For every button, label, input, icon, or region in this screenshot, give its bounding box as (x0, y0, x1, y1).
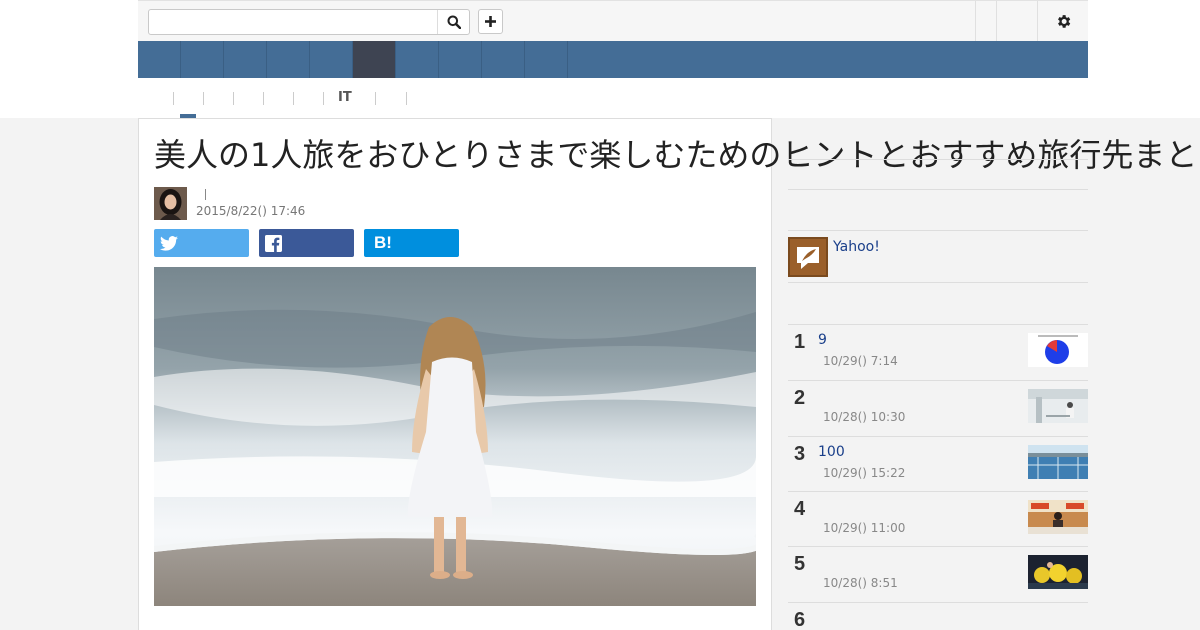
subnav-divider (263, 92, 264, 105)
search-button[interactable] (437, 10, 469, 34)
nav-item[interactable] (224, 41, 267, 78)
nav-item[interactable] (525, 41, 568, 78)
byline-divider (205, 189, 206, 200)
sidebar: Yahoo! 1 9 10/29() 7:14 2 10/28() 10:30 … (772, 118, 1088, 630)
yahoo-label: Yahoo! (833, 239, 880, 255)
yahoo-author-icon (788, 237, 828, 277)
article: 美人の1人旅をおひとりさまで楽しむためのヒントとおすすめ旅行先まとめ 2015/… (138, 118, 1200, 630)
subnav-item-it[interactable]: IT (338, 90, 352, 106)
sidebar-divider (788, 159, 1088, 160)
settings-button[interactable] (1038, 1, 1088, 41)
rank-thumbnail[interactable] (1028, 500, 1088, 534)
search-box (148, 9, 470, 35)
avatar (154, 187, 187, 220)
rank-thumbnail[interactable] (1028, 333, 1088, 367)
ranking-item[interactable]: 3 100 10/29() 15:22 (788, 437, 1088, 493)
sidebar-divider (788, 230, 1088, 231)
twitter-icon (160, 235, 178, 251)
category-nav (138, 41, 1088, 78)
rank-date: 10/29() 11:00 (823, 521, 906, 535)
rank-number: 5 (794, 553, 806, 575)
subnav-divider (406, 92, 407, 105)
nav-item[interactable] (138, 41, 181, 78)
add-button[interactable] (478, 9, 503, 34)
toolbar-divider (996, 1, 997, 41)
facebook-share-button[interactable] (259, 229, 354, 257)
header: IT (0, 0, 1200, 118)
rank-date: 10/28() 8:51 (823, 576, 898, 590)
ranking-item[interactable]: 1 9 10/29() 7:14 (788, 325, 1088, 381)
rank-date: 10/28() 10:30 (823, 410, 906, 424)
subnav-divider (173, 92, 174, 105)
subnav-divider (293, 92, 294, 105)
hatena-bookmark-button[interactable]: B! (364, 229, 459, 257)
yahoo-author-link[interactable]: Yahoo! (788, 236, 1088, 281)
rank-number: 6 (794, 609, 806, 630)
rank-number: 2 (794, 387, 806, 409)
publish-date: 2015/8/22() 17:46 (196, 204, 306, 218)
rank-thumbnail[interactable] (1028, 389, 1088, 423)
rank-title[interactable]: 100 (818, 444, 845, 460)
rank-number: 4 (794, 498, 806, 520)
rank-thumbnail[interactable] (1028, 555, 1088, 589)
article-hero-image (154, 267, 756, 606)
subnav-divider (233, 92, 234, 105)
rank-date: 10/29() 15:22 (823, 466, 906, 480)
ranking-item[interactable]: 5 10/28() 8:51 (788, 547, 1088, 603)
top-toolbar (138, 0, 1088, 41)
author-avatar[interactable] (154, 187, 187, 220)
subnav-divider (323, 92, 324, 105)
rank-number: 1 (794, 331, 806, 353)
toolbar-divider (975, 1, 976, 41)
nav-item[interactable] (439, 41, 482, 78)
facebook-icon (265, 234, 282, 252)
sidebar-divider (788, 189, 1088, 190)
nav-item-active[interactable] (353, 41, 396, 78)
search-input[interactable] (149, 10, 437, 34)
subnav-divider (203, 92, 204, 105)
hatena-bookmark-icon: B! (374, 233, 392, 252)
subnav-divider (375, 92, 376, 105)
twitter-share-button[interactable] (154, 229, 249, 257)
rank-date: 10/29() 7:14 (823, 354, 898, 368)
nav-item[interactable] (310, 41, 353, 78)
rank-number: 3 (794, 443, 806, 465)
plus-icon (485, 16, 496, 27)
gear-icon (1057, 14, 1070, 28)
article-title: 美人の1人旅をおひとりさまで楽しむためのヒントとおすすめ旅行先まとめ (154, 136, 1200, 174)
rank-title[interactable]: 9 (818, 332, 827, 348)
rank-thumbnail[interactable] (1028, 445, 1088, 479)
ranking-item[interactable]: 4 10/29() 11:00 (788, 492, 1088, 548)
nav-item[interactable] (267, 41, 310, 78)
nav-item[interactable] (181, 41, 224, 78)
search-icon (447, 15, 461, 29)
ranking-item[interactable]: 2 10/28() 10:30 (788, 381, 1088, 437)
nav-item[interactable] (482, 41, 525, 78)
sub-nav: IT (138, 78, 1088, 118)
ranking-item[interactable]: 6 (788, 603, 1088, 630)
sidebar-divider (788, 282, 1088, 283)
nav-item[interactable] (396, 41, 439, 78)
